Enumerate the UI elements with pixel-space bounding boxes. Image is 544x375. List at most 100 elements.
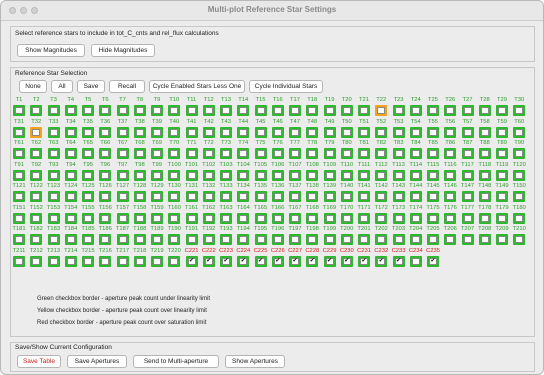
checkbox[interactable]: [170, 214, 179, 222]
checkbox[interactable]: [377, 150, 386, 157]
checkbox[interactable]: [15, 107, 23, 114]
star-checkbox-c235[interactable]: C235 ✔: [426, 248, 440, 267]
show-magnitudes-button[interactable]: Show Magnitudes: [17, 44, 85, 57]
checkbox-checked[interactable]: ✔: [342, 257, 351, 265]
checkbox[interactable]: [446, 193, 455, 200]
checkbox[interactable]: [291, 128, 299, 136]
checkbox[interactable]: [118, 171, 127, 179]
checkbox[interactable]: [84, 193, 92, 200]
checkbox[interactable]: [446, 150, 455, 157]
checkbox[interactable]: [15, 193, 23, 200]
checkbox[interactable]: [239, 193, 248, 200]
checkbox[interactable]: [101, 257, 110, 265]
checkbox[interactable]: [480, 107, 489, 114]
checkbox[interactable]: [135, 171, 144, 179]
checkbox[interactable]: [308, 214, 317, 222]
checkbox[interactable]: [135, 150, 144, 157]
checkbox[interactable]: [273, 171, 282, 179]
checkbox[interactable]: [187, 171, 196, 179]
checkbox[interactable]: [101, 193, 110, 200]
checkbox[interactable]: [394, 193, 403, 200]
checkbox[interactable]: [429, 128, 437, 136]
checkbox[interactable]: [187, 107, 196, 114]
checkbox[interactable]: [118, 193, 127, 200]
checkbox[interactable]: [135, 128, 144, 136]
checkbox[interactable]: [153, 257, 161, 265]
checkbox[interactable]: [118, 236, 127, 243]
checkbox[interactable]: [239, 236, 248, 243]
hide-magnitudes-button[interactable]: Hide Magnitudes: [91, 44, 155, 57]
checkbox[interactable]: [239, 107, 248, 114]
checkbox[interactable]: [325, 236, 334, 243]
star-checkbox-t210[interactable]: T210: [512, 226, 526, 245]
checkbox[interactable]: [291, 236, 299, 243]
checkbox[interactable]: [515, 107, 524, 114]
checkbox[interactable]: [118, 150, 127, 157]
checkbox[interactable]: [153, 171, 161, 179]
checkbox[interactable]: [429, 171, 437, 179]
checkbox[interactable]: [239, 171, 248, 179]
checkbox-checked[interactable]: ✔: [325, 257, 334, 265]
checkbox[interactable]: [49, 107, 58, 114]
checkbox[interactable]: [66, 150, 75, 157]
checkbox[interactable]: [101, 214, 110, 222]
checkbox[interactable]: [256, 107, 265, 114]
checkbox[interactable]: [308, 193, 317, 200]
checkbox[interactable]: [135, 257, 144, 265]
checkbox[interactable]: [325, 107, 334, 114]
checkbox[interactable]: [153, 236, 161, 243]
checkbox[interactable]: [256, 128, 265, 136]
checkbox[interactable]: [342, 193, 351, 200]
checkbox[interactable]: [498, 107, 506, 114]
checkbox[interactable]: [515, 236, 524, 243]
checkbox[interactable]: [291, 107, 299, 114]
checkbox[interactable]: [446, 128, 455, 136]
send-to-multi-aperture-button[interactable]: Send to Multi-aperture: [133, 355, 219, 368]
checkbox[interactable]: [49, 171, 58, 179]
checkbox[interactable]: [32, 236, 41, 243]
checkbox-checked[interactable]: ✔: [291, 257, 299, 265]
checkbox-checked[interactable]: ✔: [394, 257, 403, 265]
checkbox[interactable]: [480, 171, 489, 179]
checkbox[interactable]: [187, 236, 196, 243]
checkbox[interactable]: [84, 150, 92, 157]
checkbox[interactable]: [84, 214, 92, 222]
checkbox[interactable]: [463, 150, 472, 157]
checkbox[interactable]: [153, 128, 161, 136]
checkbox[interactable]: [429, 236, 437, 243]
checkbox[interactable]: [187, 193, 196, 200]
checkbox-checked[interactable]: ✔: [239, 257, 248, 265]
checkbox[interactable]: [325, 214, 334, 222]
checkbox[interactable]: [222, 214, 230, 222]
checkbox[interactable]: [515, 128, 524, 136]
checkbox-checked[interactable]: ✔: [222, 257, 230, 265]
checkbox[interactable]: [377, 171, 386, 179]
checkbox[interactable]: [498, 150, 506, 157]
checkbox[interactable]: [15, 171, 23, 179]
checkbox[interactable]: [498, 193, 506, 200]
checkbox[interactable]: [153, 150, 161, 157]
checkbox[interactable]: [170, 236, 179, 243]
checkbox[interactable]: [15, 128, 23, 136]
checkbox[interactable]: [49, 236, 58, 243]
checkbox[interactable]: [342, 128, 351, 136]
checkbox[interactable]: [291, 214, 299, 222]
save-table-button[interactable]: Save Table: [17, 355, 61, 368]
checkbox[interactable]: [153, 107, 161, 114]
checkbox[interactable]: [118, 214, 127, 222]
checkbox[interactable]: [204, 193, 213, 200]
checkbox[interactable]: [411, 150, 420, 157]
checkbox[interactable]: [273, 128, 282, 136]
checkbox[interactable]: [15, 236, 23, 243]
checkbox[interactable]: [187, 150, 196, 157]
checkbox[interactable]: [429, 150, 437, 157]
checkbox[interactable]: [66, 128, 75, 136]
checkbox[interactable]: [101, 107, 110, 114]
checkbox[interactable]: [463, 193, 472, 200]
recall-selection-button[interactable]: Recall: [109, 80, 145, 93]
checkbox[interactable]: [308, 107, 317, 114]
checkbox[interactable]: [411, 193, 420, 200]
checkbox[interactable]: [411, 257, 420, 265]
checkbox[interactable]: [66, 214, 75, 222]
checkbox[interactable]: [32, 107, 41, 114]
